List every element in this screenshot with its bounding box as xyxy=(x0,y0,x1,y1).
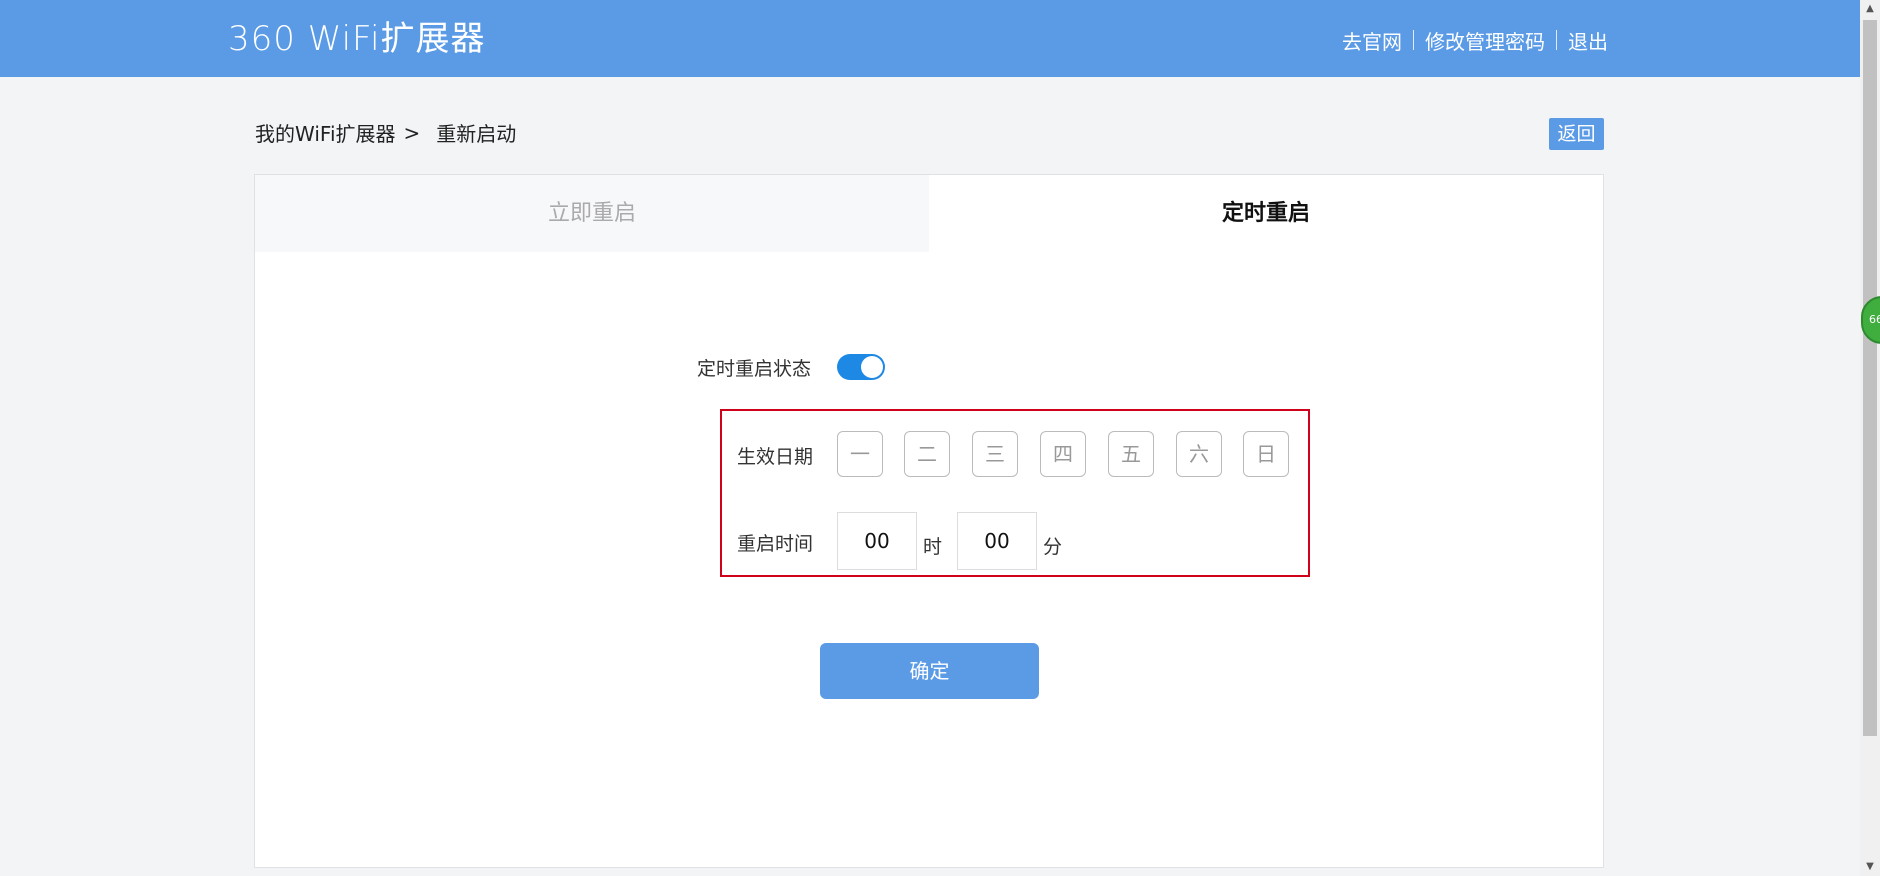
tab-reboot-now[interactable]: 立即重启 xyxy=(255,175,929,252)
schedule-status-label: 定时重启状态 xyxy=(697,358,812,380)
back-button[interactable]: 返回 xyxy=(1549,118,1604,150)
minute-unit-label: 分 xyxy=(1043,536,1063,558)
day-thursday-button[interactable]: 四 xyxy=(1040,431,1086,477)
scroll-up-arrow-icon[interactable]: ▲ xyxy=(1860,0,1880,18)
hour-unit-label: 时 xyxy=(923,536,943,558)
scroll-down-arrow-icon[interactable]: ▼ xyxy=(1860,858,1880,876)
breadcrumb-separator-icon: > xyxy=(403,120,421,145)
logout-link[interactable]: 退出 xyxy=(1568,26,1608,55)
toggle-knob xyxy=(861,356,883,378)
day-saturday-button[interactable]: 六 xyxy=(1176,431,1222,477)
scrollbar-thumb[interactable] xyxy=(1863,20,1877,736)
logo: 360 WiFi扩展器 xyxy=(228,19,486,59)
confirm-button[interactable]: 确定 xyxy=(820,643,1039,699)
change-admin-password-link[interactable]: 修改管理密码 xyxy=(1425,26,1545,55)
divider xyxy=(1556,30,1557,50)
effective-days-label: 生效日期 xyxy=(737,446,814,468)
schedule-status-toggle[interactable] xyxy=(837,354,885,380)
day-friday-button[interactable]: 五 xyxy=(1108,431,1154,477)
official-site-link[interactable]: 去官网 xyxy=(1342,26,1402,55)
vertical-scrollbar[interactable]: ▲ ▼ xyxy=(1860,0,1880,876)
breadcrumb-current: 重新启动 xyxy=(436,122,517,146)
breadcrumb-root[interactable]: 我的WiFi扩展器 xyxy=(255,118,396,147)
reboot-time-label: 重启时间 xyxy=(737,533,814,555)
hour-input[interactable]: 00 xyxy=(837,512,917,570)
breadcrumb: 我的WiFi扩展器 > 重新启动 xyxy=(255,118,516,147)
minute-input[interactable]: 00 xyxy=(957,512,1037,570)
day-tuesday-button[interactable]: 二 xyxy=(904,431,950,477)
tab-scheduled-reboot[interactable]: 定时重启 xyxy=(929,175,1603,252)
day-wednesday-button[interactable]: 三 xyxy=(972,431,1018,477)
day-monday-button[interactable]: 一 xyxy=(837,431,883,477)
day-sunday-button[interactable]: 日 xyxy=(1243,431,1289,477)
divider xyxy=(1413,30,1414,50)
header-links: 去官网 修改管理密码 退出 xyxy=(1342,26,1608,54)
top-header-bar: 360 WiFi扩展器 去官网 修改管理密码 退出 xyxy=(0,0,1860,77)
